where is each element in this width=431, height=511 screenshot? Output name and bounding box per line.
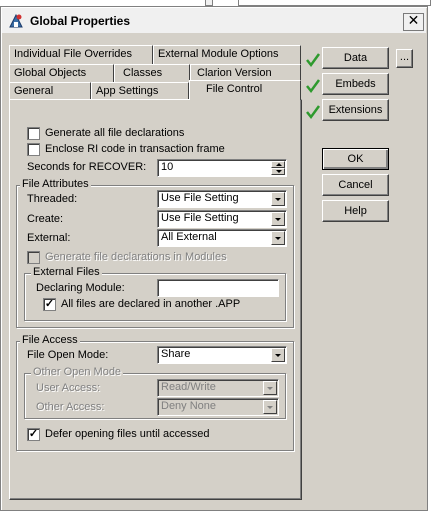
check-icon xyxy=(306,79,321,94)
tab-global-objects[interactable]: Global Objects xyxy=(9,64,114,83)
chevron-down-icon[interactable] xyxy=(263,381,277,395)
extensions-button[interactable]: Extensions xyxy=(322,99,389,121)
embeds-button[interactable]: Embeds xyxy=(322,73,389,95)
chevron-down-icon[interactable] xyxy=(263,400,277,414)
external-files-title: External Files xyxy=(31,266,102,278)
defer-opening-label: Defer opening files until accessed xyxy=(45,428,210,440)
check-icon xyxy=(306,105,321,120)
global-properties-dialog: Global Properties ✕ Individual File Over… xyxy=(0,6,428,511)
tab-classes[interactable]: Classes xyxy=(114,64,190,83)
file-attributes-title: File Attributes xyxy=(20,178,91,190)
tab-external-module-options[interactable]: External Module Options xyxy=(153,45,301,64)
help-button[interactable]: Help xyxy=(322,200,389,222)
file-open-mode-label: File Open Mode: xyxy=(27,349,109,361)
create-select[interactable]: Use File Setting xyxy=(157,210,287,228)
defer-opening-checkbox[interactable]: ✓ xyxy=(27,428,40,441)
ok-button[interactable]: OK xyxy=(322,148,389,170)
file-open-mode-select[interactable]: Share xyxy=(157,346,287,364)
spin-up-icon[interactable] xyxy=(271,161,285,168)
chevron-down-icon[interactable] xyxy=(271,212,285,226)
cancel-button[interactable]: Cancel xyxy=(322,174,389,196)
tab-file-control[interactable]: File Control xyxy=(189,80,301,100)
ellipsis-button[interactable]: ... xyxy=(396,49,413,68)
title-bar: Global Properties ✕ xyxy=(2,8,426,34)
all-declared-label: All files are declared in another .APP xyxy=(61,298,241,310)
chevron-down-icon[interactable] xyxy=(271,348,285,362)
chevron-down-icon[interactable] xyxy=(271,192,285,206)
all-declared-checkbox[interactable]: ✓ xyxy=(43,298,56,311)
seconds-recover-label: Seconds for RECOVER: xyxy=(27,161,147,173)
other-access-label: Other Access: xyxy=(36,401,105,413)
chevron-down-icon[interactable] xyxy=(271,231,285,245)
generate-all-checkbox[interactable] xyxy=(27,127,40,140)
create-label: Create: xyxy=(27,213,64,225)
threaded-label: Threaded: xyxy=(27,193,78,205)
declaring-module-label: Declaring Module: xyxy=(36,282,125,294)
file-control-panel: Generate all file declarations Enclose R… xyxy=(9,99,302,500)
external-select[interactable]: All External xyxy=(157,229,287,247)
app-icon xyxy=(9,13,23,28)
user-access-label: User Access: xyxy=(36,382,101,394)
threaded-select[interactable]: Use File Setting xyxy=(157,190,287,208)
user-access-select[interactable]: Read/Write xyxy=(157,379,279,397)
enclose-ri-checkbox[interactable] xyxy=(27,143,40,156)
spin-down-icon[interactable] xyxy=(271,168,285,175)
enclose-ri-label: Enclose RI code in transaction frame xyxy=(45,143,225,155)
seconds-recover-spinner[interactable]: 10 xyxy=(157,159,287,177)
check-icon xyxy=(306,53,321,68)
window-title: Global Properties xyxy=(30,14,131,28)
close-button[interactable]: ✕ xyxy=(403,13,424,31)
file-access-title: File Access xyxy=(20,334,80,346)
generate-in-modules-checkbox[interactable] xyxy=(27,251,40,264)
other-open-mode-title: Other Open Mode xyxy=(31,366,124,378)
other-access-select[interactable]: Deny None xyxy=(157,398,279,416)
generate-all-label: Generate all file declarations xyxy=(45,127,185,139)
data-button[interactable]: Data xyxy=(322,47,389,69)
tab-individual-file-overrides[interactable]: Individual File Overrides xyxy=(9,45,153,64)
generate-in-modules-label: Generate file declarations in Modules xyxy=(45,251,227,263)
external-label: External: xyxy=(27,232,71,244)
declaring-module-input[interactable] xyxy=(157,279,279,297)
